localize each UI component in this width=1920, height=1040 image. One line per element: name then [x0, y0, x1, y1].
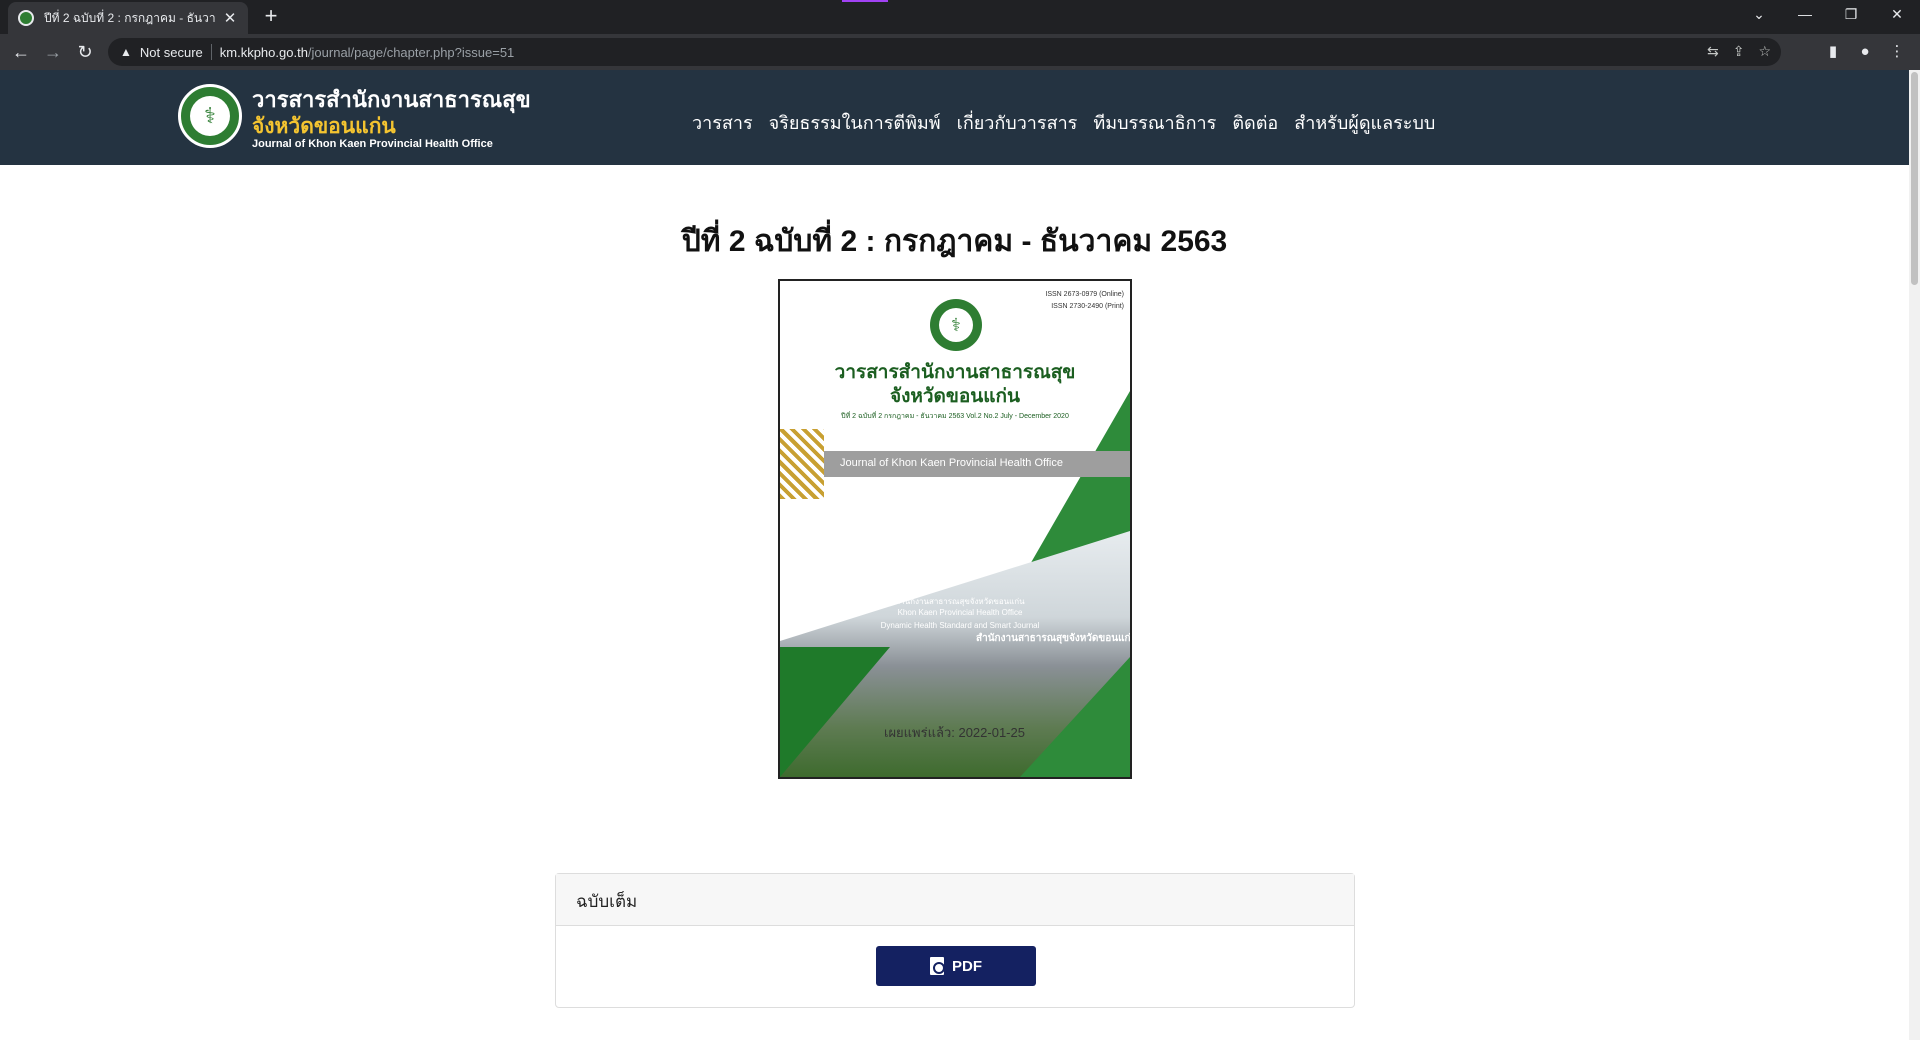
cover-issn-online: ISSN 2673-0979 (Online): [1045, 291, 1124, 298]
nav-ethics[interactable]: จริยธรรมในการตีพิมพ์: [769, 108, 941, 137]
tab-close-icon[interactable]: ✕: [222, 9, 238, 27]
cover-band: Journal of Khon Kaen Provincial Health O…: [780, 451, 1130, 477]
pdf-label: PDF: [952, 957, 982, 975]
address-separator: [210, 44, 212, 60]
tab-search-button[interactable]: ⌄: [1736, 0, 1782, 30]
reload-button[interactable]: ↻: [72, 39, 98, 65]
security-label[interactable]: Not secure: [140, 45, 203, 60]
pdf-file-icon: [930, 957, 945, 975]
nav-admin[interactable]: สำหรับผู้ดูแลระบบ: [1294, 108, 1435, 137]
cover-building-sign: สำนักงานสาธารณสุขจังหวัดขอนแก่น: [976, 633, 1132, 644]
cover-green-corner-right: [1020, 657, 1130, 777]
tab-strip-accent: [842, 0, 888, 2]
cover-caduceus-icon: ⚕: [939, 308, 973, 342]
published-date: เผยแพร่แล้ว: 2022-01-25: [884, 725, 1025, 740]
caduceus-icon: ⚕: [190, 96, 230, 136]
url-host: km.kkpho.go.th: [219, 44, 308, 60]
back-button[interactable]: ←: [8, 39, 34, 65]
pdf-download-button[interactable]: PDF: [876, 946, 1036, 986]
browser-tab[interactable]: ปีที่ 2 ฉบับที่ 2 : กรกฎาคม - ธันวาคม 25…: [8, 2, 248, 34]
translate-icon[interactable]: ⇆: [1707, 43, 1719, 60]
site-logo[interactable]: ⚕: [178, 84, 242, 148]
web-page: ⚕ วารสารสำนักงานสาธารณสุข จังหวัดขอนแก่น…: [0, 70, 1909, 1040]
fulltext-header: ฉบับเต็ม: [556, 874, 1354, 926]
cover-gold-pattern: [780, 429, 824, 499]
profile-icon[interactable]: ●: [1852, 39, 1878, 65]
cover-issn-print: ISSN 2730-2490 (Print): [1051, 303, 1124, 310]
favicon-icon: [18, 10, 34, 26]
page-scrollbar[interactable]: [1909, 70, 1920, 1040]
forward-button[interactable]: →: [40, 39, 66, 65]
browser-toolbar: ← → ↻ ▲ Not secure km.kkpho.go.th/journa…: [0, 34, 1920, 70]
omnibox-actions: ⇆ ⇪ ☆: [1707, 43, 1771, 60]
brand-english[interactable]: Journal of Khon Kaen Provincial Health O…: [252, 138, 493, 150]
issue-title: ปีที่ 2 ฉบับที่ 2 : กรกฎาคม - ธันวาคม 25…: [681, 225, 1228, 258]
star-icon[interactable]: ☆: [1758, 43, 1771, 60]
nav-journal[interactable]: วารสาร: [692, 108, 753, 137]
warning-icon: ▲: [120, 45, 132, 59]
menu-icon[interactable]: ⋮: [1884, 39, 1910, 65]
cover-caption-1: สำนักงานสาธารณสุขจังหวัดขอนแก่น: [895, 597, 1025, 606]
new-tab-button[interactable]: +: [258, 4, 284, 30]
cover-caption-3: Dynamic Health Standard and Smart Journa…: [880, 621, 1040, 630]
tab-title: ปีที่ 2 ฉบับที่ 2 : กรกฎาคม - ธันวาคม 25…: [44, 10, 216, 25]
close-window-button[interactable]: ✕: [1874, 0, 1920, 30]
address-bar[interactable]: ▲ Not secure km.kkpho.go.th/journal/page…: [108, 38, 1781, 66]
cover-green-corner-left: [780, 647, 890, 777]
restore-button[interactable]: ❐: [1828, 0, 1874, 30]
cover-band-text: Journal of Khon Kaen Provincial Health O…: [840, 457, 1063, 469]
nav-contact[interactable]: ติดต่อ: [1232, 108, 1278, 137]
side-panel-icon[interactable]: ▮: [1820, 39, 1846, 65]
main-nav: วารสาร จริยธรรมในการตีพิมพ์ เกี่ยวกับวาร…: [692, 108, 1435, 137]
cover-caption-2: Khon Kaen Provincial Health Office: [897, 608, 1023, 617]
cover-seal-icon: ⚕: [930, 299, 982, 351]
nav-about[interactable]: เกี่ยวกับวารสาร: [957, 108, 1078, 137]
site-header: ⚕ วารสารสำนักงานสาธารณสุข จังหวัดขอนแก่น…: [0, 70, 1909, 165]
minimize-button[interactable]: —: [1782, 0, 1828, 30]
scrollbar-thumb[interactable]: [1911, 72, 1918, 285]
nav-editorial-team[interactable]: ทีมบรรณาธิการ: [1093, 108, 1216, 137]
fulltext-card: ฉบับเต็ม PDF: [555, 873, 1355, 1008]
share-icon[interactable]: ⇪: [1733, 43, 1745, 60]
cover-issn: ISSN 2673-0979 (Online) ISSN 2730-2490 (…: [1045, 289, 1124, 313]
browser-tab-bar: ปีที่ 2 ฉบับที่ 2 : กรกฎาคม - ธันวาคม 25…: [0, 0, 1920, 34]
url-path: /journal/page/chapter.php?issue=51: [307, 44, 515, 60]
issue-cover-image: ISSN 2673-0979 (Online) ISSN 2730-2490 (…: [778, 279, 1132, 779]
